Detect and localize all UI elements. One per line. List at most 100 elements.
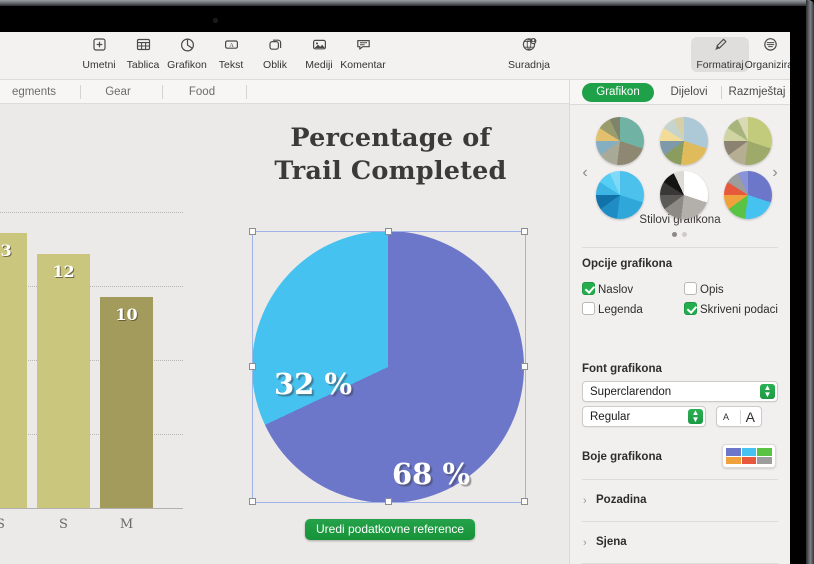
- chart-title-line-2: Trail Completed: [248, 155, 533, 188]
- checkbox-opis[interactable]: [684, 282, 697, 295]
- decrease-font-size-button[interactable]: A: [723, 412, 729, 422]
- segment-divider: [721, 86, 722, 99]
- keynote-app-window: UmetniTablicaGrafikonATekstOblikMedijiKo…: [0, 32, 790, 564]
- color-swatch-cell-5[interactable]: [742, 457, 757, 465]
- color-swatch-cell-4[interactable]: [726, 457, 741, 465]
- bezel-top-highlight: [0, 0, 814, 6]
- font-style-stepper[interactable]: ▲▼: [688, 409, 703, 424]
- checkbox-naslov[interactable]: [582, 282, 595, 295]
- chart-style-thumb-6[interactable]: [724, 171, 772, 219]
- selection-handle[interactable]: [249, 498, 256, 505]
- selection-handle[interactable]: [249, 363, 256, 370]
- bar-category-label: S: [0, 517, 27, 532]
- bar-1[interactable]: 12S: [37, 254, 90, 508]
- font-family-stepper[interactable]: ▲▼: [760, 384, 775, 399]
- toolbar-button-label: Organiziraj: [741, 59, 790, 71]
- chart-title: Percentage of Trail Completed: [248, 122, 533, 188]
- pie-slice-label-remaining: 32 %: [274, 367, 352, 401]
- checkbox-label: Opis: [700, 284, 724, 296]
- bar-value-label: 10: [100, 305, 153, 324]
- bar-value-label: 12: [37, 262, 90, 281]
- chevron-left-icon[interactable]: ‹: [578, 165, 592, 181]
- chevron-right-icon[interactable]: ›: [583, 537, 587, 549]
- bar-category-label: S: [37, 517, 90, 532]
- checkbox-label: Naslov: [598, 284, 633, 296]
- toolbar-button-organiziraj[interactable]: Organiziraj: [741, 37, 790, 71]
- slide-canvas[interactable]: 13S12S10M Percentage of Trail Completed …: [0, 105, 568, 564]
- sheet-tab-food[interactable]: Food: [160, 80, 244, 104]
- gallery-page-dot-1[interactable]: [672, 232, 677, 237]
- chevron-right-icon[interactable]: ›: [583, 495, 587, 507]
- selection-handle[interactable]: [249, 228, 256, 235]
- checkbox-legenda[interactable]: [582, 302, 595, 315]
- chart-style-thumb-4[interactable]: [596, 171, 644, 219]
- bar-2[interactable]: 10M: [100, 297, 153, 508]
- toolbar-button-label: Komentar: [334, 59, 392, 71]
- tab-grafikon[interactable]: Grafikon: [582, 83, 654, 102]
- chart-font-title: Font grafikona: [582, 363, 662, 375]
- chart-title-line-1: Percentage of: [248, 122, 533, 155]
- bar-category-label: M: [100, 517, 153, 532]
- axis-line: [0, 508, 183, 509]
- section-header-pozadina[interactable]: Pozadina: [596, 494, 646, 506]
- increase-font-size-button[interactable]: A: [746, 409, 755, 425]
- toolbar-button-suradnja[interactable]: Suradnja: [500, 37, 558, 71]
- chart-style-thumb-5[interactable]: [660, 171, 708, 219]
- grid-line: [0, 434, 183, 435]
- color-swatch-cell-3[interactable]: [757, 448, 772, 456]
- font-family-select[interactable]: Superclarendon: [582, 381, 778, 402]
- chart-colors-title: Boje grafikona: [582, 451, 662, 463]
- sheet-tab-gear[interactable]: Gear: [76, 80, 160, 104]
- selection-handle[interactable]: [521, 363, 528, 370]
- chart-style-thumb-3[interactable]: [724, 117, 772, 165]
- collaborate-icon: [500, 37, 558, 57]
- grid-line: [0, 212, 183, 213]
- section-divider: [582, 521, 778, 522]
- color-swatch-cell-2[interactable]: [742, 448, 757, 456]
- selection-handle[interactable]: [385, 498, 392, 505]
- toolbar-button-label: Suradnja: [500, 59, 558, 71]
- selection-handle[interactable]: [521, 498, 528, 505]
- bezel-right-edge: [806, 0, 814, 564]
- selection-handle[interactable]: [385, 228, 392, 235]
- color-swatch-cell-6[interactable]: [757, 457, 772, 465]
- organize-icon: [741, 37, 790, 57]
- tab-dijelovi[interactable]: Dijelovi: [658, 83, 720, 102]
- edit-data-references-button[interactable]: Uredi podatkovne reference: [305, 519, 475, 540]
- grid-line: [0, 360, 183, 361]
- chart-colors-swatch[interactable]: [722, 444, 776, 468]
- section-divider: [582, 247, 778, 248]
- chart-style-thumb-2[interactable]: [660, 117, 708, 165]
- pie-slice-label-completed: 68 %: [392, 457, 470, 491]
- chevron-right-icon[interactable]: ›: [768, 165, 782, 181]
- selection-handle[interactable]: [521, 228, 528, 235]
- font-size-divider: [740, 410, 741, 424]
- tab-divider: [162, 85, 163, 99]
- color-swatch-cell-1[interactable]: [726, 448, 741, 456]
- inspector-segmented-control: GrafikonDijeloviRazmještaj: [570, 80, 790, 105]
- main-toolbar: UmetniTablicaGrafikonATekstOblikMedijiKo…: [0, 32, 790, 80]
- bar-chart[interactable]: 13S12S10M: [0, 212, 183, 532]
- tab-razmjetaj[interactable]: Razmještaj: [724, 83, 790, 102]
- svg-text:A: A: [229, 42, 234, 49]
- checkbox-label: Skriveni podaci: [700, 304, 778, 316]
- section-header-sjena[interactable]: Sjena: [596, 536, 627, 548]
- checkbox-skrivenipodaci[interactable]: [684, 302, 697, 315]
- comment-icon: [334, 37, 392, 57]
- tab-divider: [80, 85, 81, 99]
- chart-styles-gallery: ‹ › Stilovi grafikona: [570, 105, 790, 242]
- chart-options-title: Opcije grafikona: [582, 258, 672, 270]
- grid-line: [0, 286, 183, 287]
- tab-divider: [246, 85, 247, 99]
- checkbox-label: Legenda: [598, 304, 643, 316]
- chart-style-thumb-1[interactable]: [596, 117, 644, 165]
- bar-value-label: 13: [0, 241, 27, 260]
- section-divider: [582, 479, 778, 480]
- font-size-buttons[interactable]: AA: [716, 406, 762, 427]
- sheet-tab-egments[interactable]: egments: [0, 80, 76, 104]
- toolbar-button-komentar[interactable]: Komentar: [334, 37, 392, 71]
- gallery-page-dot-2[interactable]: [682, 232, 687, 237]
- bar-0[interactable]: 13S: [0, 233, 27, 508]
- format-inspector-panel: GrafikonDijeloviRazmještaj ‹ › Stilovi g…: [569, 80, 790, 564]
- camera-icon: [213, 18, 218, 23]
